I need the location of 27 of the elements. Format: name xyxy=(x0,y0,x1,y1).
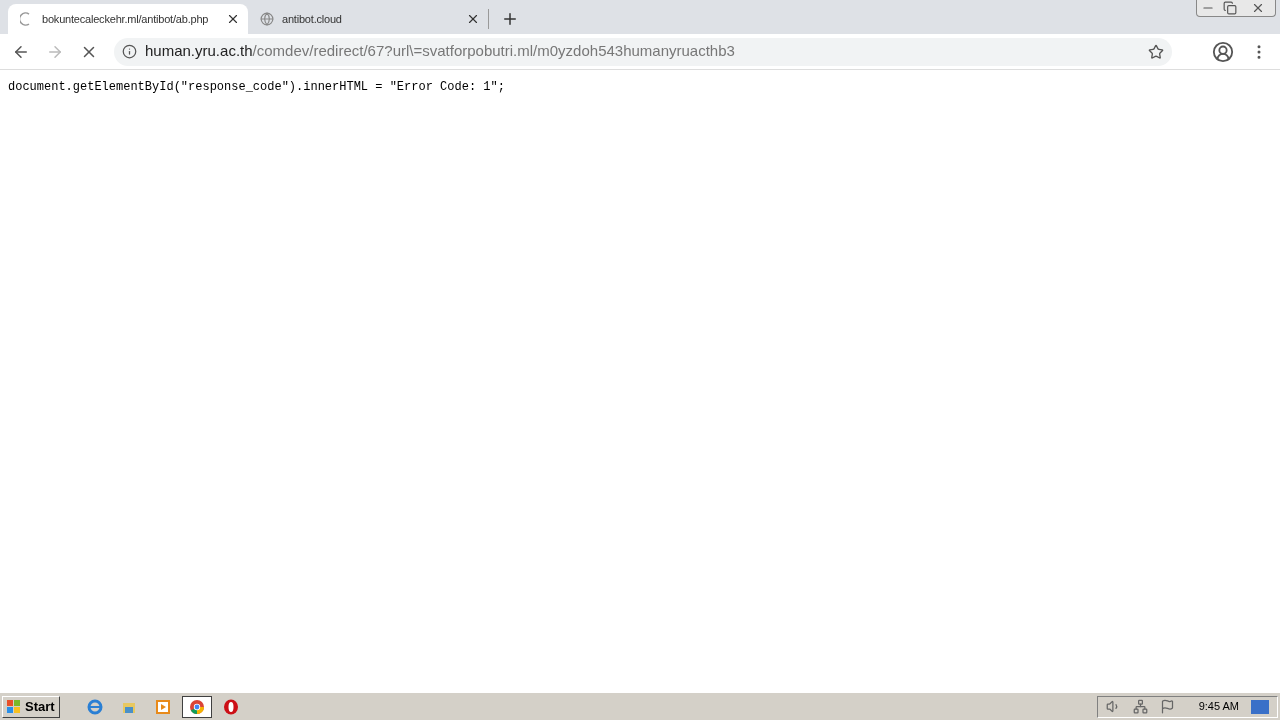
close-icon[interactable] xyxy=(1251,1,1265,15)
start-button[interactable]: Start xyxy=(2,695,60,718)
page-text: document.getElementById("response_code").innerHTML = "Error Code: 1"; xyxy=(8,79,506,96)
browser-e-icon xyxy=(86,698,103,715)
url-host: human.yru.ac.th xyxy=(145,42,253,60)
tab-title: bokuntecaleckehr.ml/antibot/ab.php xyxy=(42,11,210,27)
url-path: /comdev/redirect/67?url\=svatforpobutri.ml/m0yzdoh543humanyruacthb3 xyxy=(252,42,735,60)
close-icon[interactable] xyxy=(466,12,480,26)
browser-tab[interactable]: bokuntecaleckehr.ml/antibot/ab.php xyxy=(8,4,248,34)
browser-tab[interactable]: antibot.cloud xyxy=(248,4,488,34)
opera-icon xyxy=(222,698,239,715)
close-icon[interactable] xyxy=(226,12,240,26)
desktop-icon[interactable] xyxy=(1251,699,1269,714)
play-icon xyxy=(154,698,171,715)
taskbar-app[interactable] xyxy=(181,695,212,718)
network-icon[interactable] xyxy=(1132,699,1148,714)
info-icon xyxy=(122,44,137,59)
profile-icon[interactable] xyxy=(1212,40,1234,63)
new-tab-icon[interactable] xyxy=(501,10,519,28)
bookmark-star-icon[interactable] xyxy=(1148,43,1164,60)
clock: 9:45 AM xyxy=(1198,699,1239,715)
chrome-icon xyxy=(188,698,205,715)
address-bar[interactable]: human.yru.ac.th/comdev/redirect/67?url\=svatforpobutri.ml/m0yzdoh543humanyruacthb3 xyxy=(114,37,1172,66)
windows-logo-icon xyxy=(7,699,21,714)
tab-title: antibot.cloud xyxy=(282,11,343,27)
restore-icon[interactable] xyxy=(1223,1,1237,15)
flag-icon[interactable] xyxy=(1159,699,1175,714)
